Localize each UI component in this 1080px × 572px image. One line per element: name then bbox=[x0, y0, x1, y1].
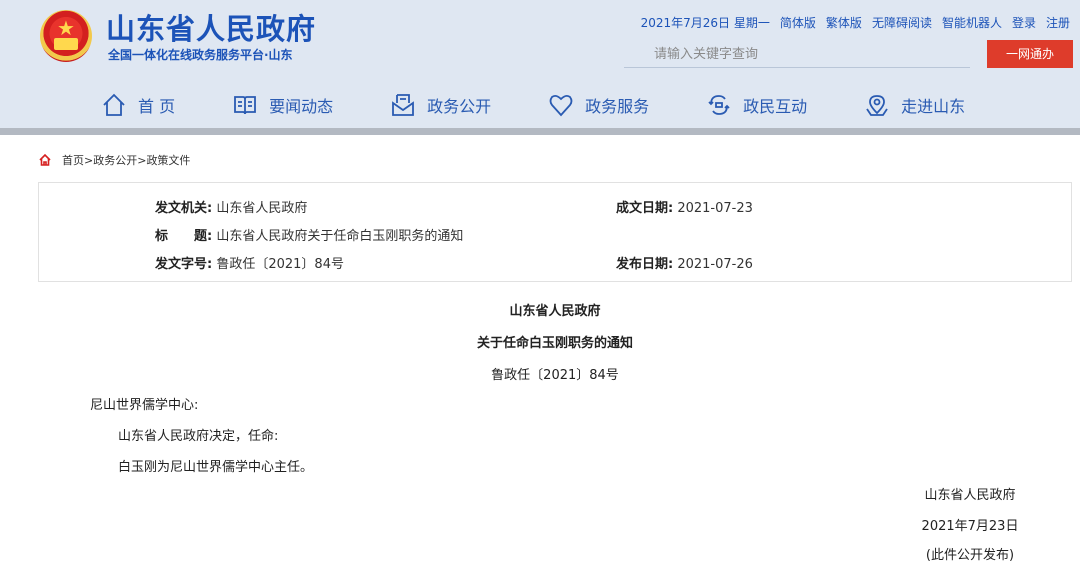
doc-issuer-heading: 山东省人民政府 bbox=[509, 304, 601, 319]
smart-robot-link[interactable]: 智能机器人 bbox=[942, 14, 1002, 31]
meta-published-label: 发布日期: bbox=[616, 257, 674, 272]
breadcrumb-separator: > bbox=[137, 153, 147, 167]
accessible-reading-link[interactable]: 无障碍阅读 bbox=[872, 14, 932, 31]
doc-recipient: 尼山世界儒学中心: bbox=[90, 398, 199, 413]
doc-signature: 山东省人民政府 bbox=[924, 488, 1016, 503]
nav-item-label: 首 页 bbox=[138, 97, 176, 116]
simplified-link[interactable]: 简体版 bbox=[780, 14, 816, 31]
meta-published-value: 2021-07-26 bbox=[677, 257, 753, 272]
nav-item-label: 政务服务 bbox=[585, 97, 650, 116]
home-icon bbox=[103, 93, 125, 116]
doc-number: 鲁政任〔2021〕84号 bbox=[491, 368, 619, 383]
register-link[interactable]: 注册 bbox=[1046, 14, 1070, 31]
inbox-icon bbox=[392, 94, 415, 116]
meta-created-date: 成文日期: 2021-07-23 bbox=[616, 197, 753, 216]
breadcrumb: 首页 > 政务公开 > 政策文件 bbox=[38, 152, 190, 168]
doc-public-note: (此件公开发布) bbox=[925, 548, 1015, 563]
traditional-link[interactable]: 繁体版 bbox=[826, 14, 862, 31]
national-emblem-icon: ★ bbox=[40, 10, 92, 62]
meta-published-date: 发布日期: 2021-07-26 bbox=[616, 253, 753, 272]
breadcrumb-open-affairs[interactable]: 政务公开 bbox=[93, 152, 137, 168]
document-meta-box: 发文机关: 山东省人民政府 标 题: 山东省人民政府关于任命白玉刚职务的通知 发… bbox=[38, 182, 1072, 282]
one-net-button[interactable]: 一网通办 bbox=[987, 40, 1073, 68]
breadcrumb-policy-docs[interactable]: 政策文件 bbox=[146, 152, 190, 168]
meta-issuer-value: 山东省人民政府 bbox=[216, 201, 308, 216]
nav-item-shandong[interactable]: 走进山东 bbox=[863, 91, 965, 119]
breadcrumb-home[interactable]: 首页 bbox=[62, 152, 84, 168]
doc-date: 2021年7月23日 bbox=[921, 519, 1019, 534]
nav-item-label: 政民互动 bbox=[743, 97, 808, 116]
search-box bbox=[624, 42, 970, 68]
search-input[interactable] bbox=[624, 42, 970, 66]
nav-item-home[interactable]: 首 页 bbox=[100, 91, 175, 119]
meta-created-label: 成文日期: bbox=[616, 201, 674, 216]
book-icon bbox=[234, 96, 256, 115]
nav-item-label: 政务公开 bbox=[427, 97, 492, 116]
nav-item-interaction[interactable]: 政民互动 bbox=[705, 91, 807, 119]
login-link[interactable]: 登录 bbox=[1012, 14, 1036, 31]
doc-paragraph-2: 白玉刚为尼山世界儒学中心主任。 bbox=[118, 460, 314, 475]
meta-doc-no-value: 鲁政任〔2021〕84号 bbox=[216, 257, 344, 272]
doc-paragraph-1: 山东省人民政府决定，任命: bbox=[118, 429, 279, 444]
nav-item-open-affairs[interactable]: 政务公开 bbox=[389, 91, 491, 119]
breadcrumb-separator: > bbox=[84, 153, 94, 167]
nav-item-services[interactable]: 政务服务 bbox=[547, 91, 649, 119]
nav-item-label: 要闻动态 bbox=[269, 97, 334, 116]
top-utility-bar: 2021年7月26日 星期一 简体版 繁体版 无障碍阅读 智能机器人 登录 注册 bbox=[641, 14, 1070, 31]
meta-issuer-label: 发文机关: bbox=[155, 201, 213, 216]
main-nav: 首 页 要闻动态 政务公开 政务服务 政民互动 走进山东 bbox=[100, 86, 1021, 124]
doc-title-heading: 关于任命白玉刚职务的通知 bbox=[476, 336, 633, 351]
current-date: 2021年7月26日 星期一 bbox=[640, 16, 770, 30]
site-header: ★ 山东省人民政府 全国一体化在线政务服务平台·山东 2021年7月26日 星期… bbox=[0, 0, 1080, 130]
site-subtitle: 全国一体化在线政务服务平台·山东 bbox=[108, 48, 293, 62]
meta-title-value: 山东省人民政府关于任命白玉刚职务的通知 bbox=[216, 229, 464, 244]
interaction-icon bbox=[708, 95, 730, 115]
nav-item-label: 走进山东 bbox=[901, 97, 966, 116]
meta-issuer: 发文机关: 山东省人民政府 bbox=[155, 197, 307, 216]
meta-title-label: 标 题: bbox=[155, 229, 213, 244]
meta-title: 标 题: 山东省人民政府关于任命白玉刚职务的通知 bbox=[155, 225, 463, 244]
location-icon bbox=[866, 95, 888, 116]
meta-doc-no-label: 发文字号: bbox=[155, 257, 213, 272]
nav-item-news[interactable]: 要闻动态 bbox=[231, 91, 333, 119]
nav-divider bbox=[0, 128, 1080, 135]
meta-doc-no: 发文字号: 鲁政任〔2021〕84号 bbox=[155, 253, 344, 272]
heart-icon bbox=[549, 94, 573, 117]
site-title[interactable]: 山东省人民政府 bbox=[106, 6, 316, 48]
home-icon bbox=[39, 153, 51, 166]
meta-created-value: 2021-07-23 bbox=[677, 201, 753, 216]
